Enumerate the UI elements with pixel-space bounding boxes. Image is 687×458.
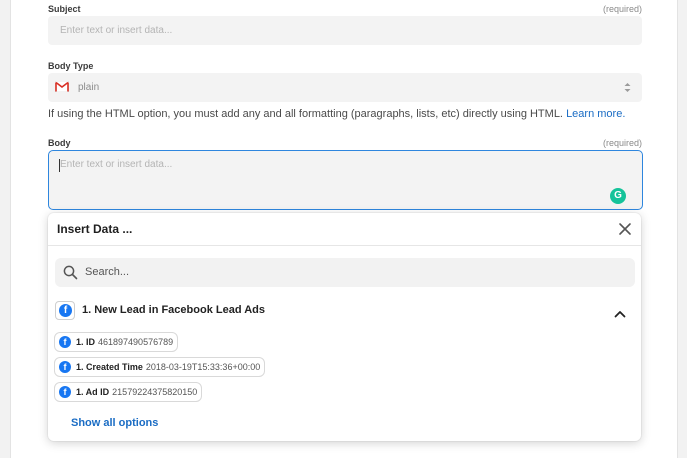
- pill-key: 1. Ad ID: [76, 387, 110, 397]
- subject-placeholder: Enter text or insert data...: [60, 25, 173, 36]
- facebook-icon: f: [59, 386, 71, 398]
- facebook-icon: f: [59, 361, 71, 373]
- step-title[interactable]: 1. New Lead in Facebook Lead Ads: [82, 304, 265, 316]
- pill-key: 1. Created Time: [76, 362, 143, 372]
- grammarly-icon[interactable]: G: [610, 188, 626, 204]
- pill-value: 2018-03-19T15:33:36+00:00: [145, 362, 261, 372]
- search-icon: [63, 265, 78, 280]
- pill-key: 1. ID: [76, 337, 96, 347]
- pill-value: 21579224375820150: [112, 387, 198, 397]
- body-type-label: Body Type: [48, 61, 94, 71]
- facebook-icon: f: [59, 304, 72, 317]
- search-input[interactable]: Search...: [55, 258, 635, 287]
- insert-data-title: Insert Data ...: [57, 222, 133, 236]
- body-type-select[interactable]: plain: [48, 73, 642, 102]
- close-icon[interactable]: [618, 222, 632, 236]
- subject-label: Subject: [48, 4, 81, 14]
- chevron-up-icon[interactable]: [614, 305, 626, 323]
- divider: [48, 245, 641, 246]
- show-all-options-link[interactable]: Show all options: [71, 417, 158, 429]
- gmail-icon: [54, 80, 70, 95]
- search-placeholder: Search...: [85, 266, 130, 278]
- pill-value: 461897490576789: [98, 337, 174, 347]
- help-text: If using the HTML option, you must add a…: [48, 108, 563, 120]
- select-arrows-icon: [624, 82, 631, 96]
- data-pill-created-time[interactable]: f 1. Created Time 2018-03-19T15:33:36+00:…: [54, 357, 266, 377]
- data-pill-ad-id[interactable]: f 1. Ad ID 21579224375820150: [54, 382, 203, 402]
- subject-input[interactable]: Enter text or insert data...: [48, 16, 642, 45]
- body-required-note: (required): [602, 138, 642, 148]
- data-pill-id[interactable]: f 1. ID 461897490576789: [54, 332, 179, 352]
- body-label: Body: [48, 138, 71, 148]
- body-type-value: plain: [78, 82, 100, 93]
- body-type-help: If using the HTML option, you must add a…: [48, 108, 625, 120]
- facebook-icon: f: [59, 336, 71, 348]
- subject-required-note: (required): [602, 4, 642, 14]
- body-placeholder: Enter text or insert data...: [60, 159, 173, 170]
- insert-data-dropdown: Insert Data ... Search... f 1. New Lead …: [48, 213, 641, 441]
- body-input[interactable]: Enter text or insert data... G: [48, 150, 643, 210]
- learn-more-link[interactable]: Learn more.: [566, 108, 625, 120]
- facebook-lead-ads-app-icon: f: [55, 301, 75, 320]
